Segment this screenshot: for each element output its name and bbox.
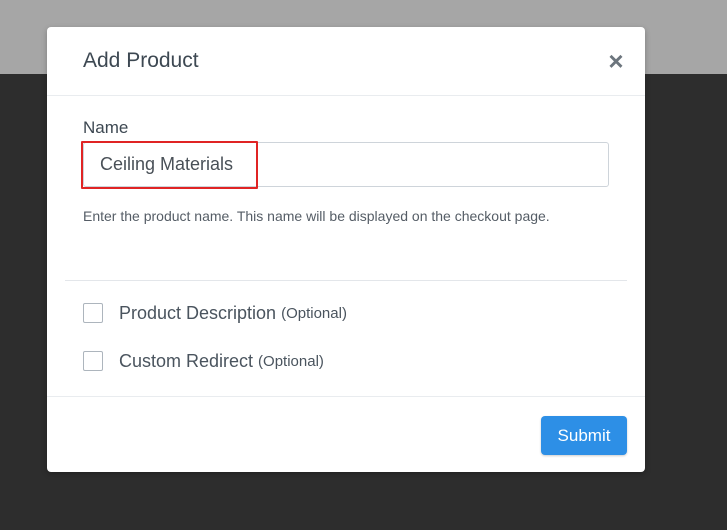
add-product-modal: Add Product × Name Enter the product nam… [47,27,645,472]
custom-redirect-checkbox[interactable] [83,351,103,371]
custom-redirect-option[interactable]: Custom Redirect (Optional) [83,349,324,373]
product-name-input[interactable] [83,142,609,187]
optional-tag: (Optional) [281,304,347,322]
product-description-checkbox[interactable] [83,303,103,323]
close-icon[interactable]: × [605,48,627,74]
footer-divider [47,396,645,397]
product-description-label: Product Description [119,302,277,323]
name-help-text: Enter the product name. This name will b… [83,208,550,224]
name-label: Name [83,118,129,137]
product-description-option[interactable]: Product Description (Optional) [83,301,347,325]
modal-title: Add Product [83,49,199,72]
optional-tag: (Optional) [258,352,324,370]
submit-button[interactable]: Submit [541,416,627,455]
modal-header: Add Product × [47,27,645,96]
custom-redirect-label: Custom Redirect [119,350,254,371]
section-divider [65,280,627,281]
